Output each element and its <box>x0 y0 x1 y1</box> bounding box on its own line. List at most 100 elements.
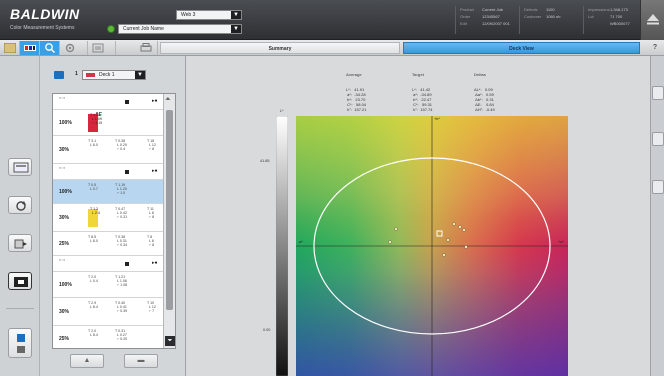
measurement-point <box>446 238 450 242</box>
job-select[interactable]: Current Job Name ▼ <box>118 24 242 34</box>
patch-values: T 10 L 12 ⌐ 7 <box>147 301 156 314</box>
b-axis-label: +b* <box>434 117 440 121</box>
import-button[interactable] <box>8 234 32 252</box>
patch-group-header[interactable]: ▪▪ ▪▪ ΔE ▸● <box>53 94 165 118</box>
device-icon <box>17 334 25 353</box>
device-button[interactable] <box>8 328 32 358</box>
magnifier-icon <box>45 43 56 53</box>
average-values: L*: 41.91 a*: -34.28 b*: 23.70 C*: 58.04… <box>346 87 367 112</box>
patch-percent: 30% <box>59 215 70 221</box>
tab-deck-view[interactable]: Deck View <box>403 42 640 54</box>
patch-values: T 2.0 L 0.4 <box>88 275 98 284</box>
patch-row[interactable]: 25% T 2.0 L 8.4 T 0.31 L 0.27 ⌐ 0.20 <box>53 326 165 352</box>
ab-plot-overlay <box>296 116 568 376</box>
zoom-button[interactable] <box>40 41 60 55</box>
capture-button[interactable] <box>8 272 32 290</box>
color-bar-button[interactable] <box>20 41 40 55</box>
patch-row[interactable]: 30% T 3.1 L 8.0 T 0.38 L 0.29 ⌐ 0.4 T 18 L … <box>53 136 165 164</box>
layout-button[interactable] <box>0 41 20 55</box>
right-tool-button-1[interactable] <box>652 86 664 100</box>
patch-list-scrollbar[interactable]: ⏶ ⏷ <box>163 94 175 348</box>
brand-logo: BALDWIN <box>10 6 80 22</box>
patch-group-icon: ▪▪ ▪▪ <box>59 96 66 100</box>
deck-select-value: Deck 1 <box>99 72 115 78</box>
solid-patch-icon <box>125 100 129 104</box>
patch-row[interactable]: 25% T 8.5 L 8.0 T 0.38 L 0.31 ⌐ 0.34 T 8 L … <box>53 232 165 256</box>
right-tool-button-3[interactable] <box>652 180 664 194</box>
monitor-view-button[interactable] <box>8 158 32 176</box>
patch-percent: 100% <box>59 189 72 195</box>
scroll-thumb[interactable] <box>166 110 173 310</box>
help-button[interactable]: ? <box>650 43 660 53</box>
scroll-down-button[interactable]: ⏷ <box>165 336 175 346</box>
patch-percent: 100% <box>59 120 72 126</box>
info-block-impressions: Impressions1,348,173 Lot 71 700 WB000077 <box>583 6 639 34</box>
measurement-point <box>464 245 468 249</box>
expand-icon[interactable]: ▸● <box>152 260 158 266</box>
patch-values: T 11 L 8 ⌐ 8 <box>147 207 155 220</box>
patch-values: T 2.0 L 8.4 <box>88 329 98 338</box>
solid-patch-icon <box>125 170 129 174</box>
measurement-point <box>388 240 392 244</box>
scroll-up-icon[interactable]: ⏶ <box>165 96 171 104</box>
patch-row[interactable]: 100% T 2.0 L 0.4 T 1.21 L 1.06 ⌐ 1.08 <box>53 272 165 298</box>
ab-plot[interactable]: +b* +a* -a* <box>296 116 568 376</box>
settings-button[interactable] <box>60 41 88 55</box>
lightness-bar <box>276 116 288 376</box>
patch-percent: 100% <box>59 282 72 288</box>
print-button[interactable] <box>136 41 158 55</box>
deltas-values: ΔL*: 0.09 Δa*: 0.59 Δb*: 0.31 ΔE: 0.84 Δ… <box>474 87 495 112</box>
patch-percent: 30% <box>59 147 70 153</box>
measurement-point <box>452 222 456 226</box>
dock-divider <box>6 308 34 309</box>
patch-percent: 25% <box>59 336 70 342</box>
deltas-header: Deltas <box>474 72 487 77</box>
measurement-point <box>462 228 466 232</box>
eject-button[interactable] <box>640 0 664 40</box>
info-block-product: Product Current Job Order 12345567 Edit 12/… <box>455 6 519 34</box>
web-select-value: Web 3 <box>181 12 196 18</box>
chevron-down-icon: ▼ <box>135 71 145 79</box>
patch-group-header[interactable]: ▪▪ ▪▪ ▸● <box>53 164 165 180</box>
refresh-button[interactable] <box>8 196 32 214</box>
measurement-point <box>442 253 446 257</box>
brand-subtitle: Color Measurement Systems <box>10 25 75 31</box>
minus-icon: ▬ <box>137 357 145 364</box>
patch-row[interactable]: 30% T 2.9 L 8.4 T 0.40 L 0.41 ⌐ 0.39 T 10 L… <box>53 298 165 326</box>
previous-button[interactable]: ▲ <box>70 354 104 368</box>
patch-row[interactable]: 30% T 1.2 L 2.4 T 0.47 L 0.42 ⌐ 0.31 T 11 L… <box>53 204 165 232</box>
target-marker <box>436 230 443 237</box>
toolbar: Summary Deck View ? <box>0 40 664 56</box>
target-stats: Target L*: 41.42 a*: -34.89 b*: 22.47 C*… <box>412 62 433 122</box>
color-bar-icon <box>24 45 36 51</box>
refresh-icon <box>16 201 26 211</box>
job-select-value: Current Job Name <box>123 26 164 32</box>
patch-values: T 2.9 L 8.4 <box>88 301 98 310</box>
right-tool-button-2[interactable] <box>652 132 664 146</box>
patch-values: T 3.1 L 8.0 <box>88 139 98 148</box>
patch-values: T 0.38 L 0.29 ⌐ 0.4 <box>115 139 127 152</box>
import-icon <box>14 239 27 249</box>
patch-list[interactable]: ▪▪ ▪▪ ΔE ▸● 100% T 1.21 L 1.09 ⌐ 1.19 30% T 3.… <box>52 93 176 352</box>
report-button[interactable] <box>88 41 116 55</box>
app-window: BALDWIN Color Measurement Systems Web 3 … <box>0 0 664 376</box>
eject-icon <box>647 14 659 25</box>
monitor-icon <box>13 162 29 173</box>
deck-select[interactable]: Deck 1 ▼ <box>82 70 146 80</box>
left-dock <box>0 56 40 376</box>
target-values: L*: 41.42 a*: -34.89 b*: 22.47 C*: 59.31… <box>412 87 433 112</box>
patch-group-icon: ▪▪ ▪▪ <box>59 258 66 262</box>
patch-values: T 0.40 L 0.41 ⌐ 0.39 <box>115 301 128 314</box>
next-button[interactable]: ▬ <box>124 354 158 368</box>
patch-row[interactable]: 100% T 1.21 L 1.09 ⌐ 1.19 <box>53 110 165 136</box>
patch-values: T 1.21 L 1.06 ⌐ 1.08 <box>115 275 128 288</box>
patch-values: T 1.21 L 1.09 ⌐ 1.19 <box>90 113 103 126</box>
tab-summary[interactable]: Summary <box>160 42 400 54</box>
deck-panel: 1 Deck 1 ▼ ▪▪ ▪▪ ΔE ▸● 100% T 1.21 L 1.09 ⌐ … <box>40 56 186 376</box>
l-axis-bottom-label: 0.00 <box>263 328 271 332</box>
patch-group-header[interactable]: ▪▪ ▪▪ ▸● <box>53 256 165 272</box>
patch-row[interactable]: 100% T 0.5 L 0.7 T 1.19 L 1.20 ⌐ 1.0 <box>53 180 165 204</box>
expand-icon[interactable]: ▸● <box>152 98 158 104</box>
web-select[interactable]: Web 3 ▼ <box>176 10 242 20</box>
expand-icon[interactable]: ▸● <box>152 168 158 174</box>
